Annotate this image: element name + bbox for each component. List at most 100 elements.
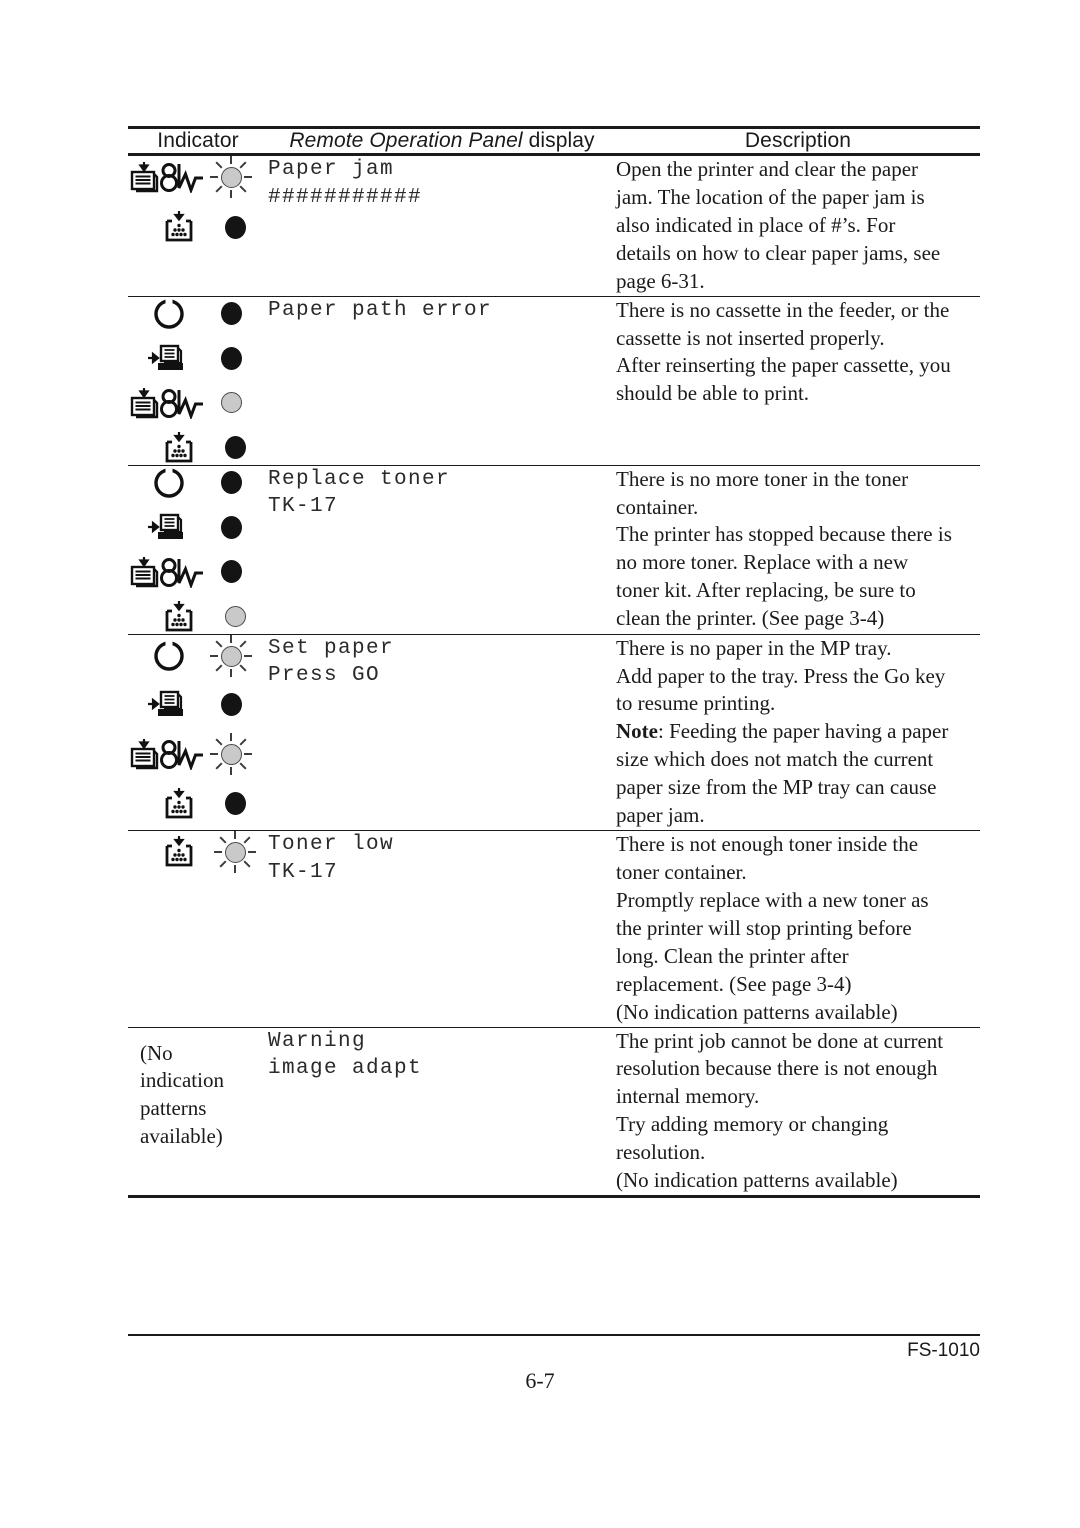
description-line: (No indication patterns available) (616, 999, 898, 1024)
panel-display-cell: Warning image adapt (268, 1027, 616, 1197)
lamp-ray (239, 738, 247, 746)
description-cell: There is no more toner in the toner conta… (616, 465, 980, 634)
note-text: : Feeding the paper having a paper (657, 719, 949, 744)
panel-display-line: TK-17 (268, 495, 339, 519)
lamp-bulb (221, 645, 242, 667)
indicator-text-line: patterns (140, 1096, 207, 1121)
lamp-on-icon (220, 471, 242, 495)
description-line: jam. The location of the paper jam is (616, 184, 925, 209)
description-line: the printer will stop printing before (616, 915, 912, 940)
indicator-row (130, 600, 256, 634)
indicator-row (130, 787, 256, 821)
description-cell: Open the printer and clear the paper jam.… (616, 155, 980, 297)
lamp-ray (215, 640, 223, 648)
indicator-row (130, 387, 256, 419)
lamp-blinking-icon (210, 156, 252, 198)
indicator-lamp (208, 634, 254, 677)
indicator-text-block: (No indication patterns available) (128, 1028, 268, 1170)
manual-page: Indicator Remote Operation Panel display… (0, 0, 1080, 1528)
indicator-row (130, 831, 256, 874)
lamp-bulb (221, 743, 242, 765)
indicator-lamp (208, 732, 254, 775)
lamp-bulb (225, 842, 246, 864)
lamp-ray (230, 634, 232, 643)
description-line: There is no cassette in the feeder, or t… (616, 297, 950, 322)
indicator-row (130, 431, 256, 465)
lamp-ray (230, 766, 232, 775)
indicator-lamp (208, 347, 254, 371)
table-row: Paper path error There is no cassette in … (128, 296, 980, 465)
indicator-row (130, 210, 256, 244)
lamp-ray (239, 161, 247, 169)
paper-icon (130, 387, 160, 419)
indicator-lamp (208, 516, 254, 540)
indicator-symbols (130, 600, 214, 634)
indicator-row (130, 689, 256, 721)
lamp-ray (239, 640, 247, 648)
header-display-plain: display (522, 129, 595, 152)
lamp-off-icon (224, 606, 246, 628)
description-line: details on how to clear paper jams, see (616, 240, 941, 265)
description-note-line: Note: Feeding the paper having a paper (616, 718, 980, 746)
description-line: page 6-31. (616, 268, 705, 293)
panel-display-cell: Toner low TK-17 (268, 831, 616, 1027)
lamp-bulb (221, 167, 242, 188)
lamp-on-icon (224, 436, 246, 460)
description-line: clean the printer. (See page 3-4) (616, 606, 885, 631)
description-line: replacement. (See page 3-4) (616, 971, 852, 996)
toner-icon (163, 431, 195, 465)
indicator-symbols (130, 210, 214, 244)
indicator-symbols (130, 466, 208, 500)
description-line: resolution because there is not enough (616, 1056, 938, 1081)
lamp-ray (239, 762, 247, 770)
description-line: The printer has stopped because there is (616, 522, 952, 547)
lamp-on-icon (220, 516, 242, 540)
description-line: cassette is not inserted properly. (616, 325, 885, 350)
indicator-cell (128, 831, 268, 1027)
lamp-ray (219, 860, 227, 868)
indicator-lamp-grid (128, 831, 268, 874)
lamp-blinking-icon (210, 634, 252, 677)
indicator-cell (128, 465, 268, 634)
panel-display-line: Press GO (268, 664, 381, 688)
toner-icon (163, 210, 195, 244)
table-row: Replace toner TK-17 There is no more toner… (128, 465, 980, 634)
attention-icon (160, 738, 206, 770)
indicator-cell (128, 155, 268, 297)
indicator-cell (128, 296, 268, 465)
panel-display-line: Set paper (268, 636, 395, 660)
lamp-ray (215, 185, 223, 193)
indicator-row (130, 297, 256, 331)
description-line: resolution. (616, 1140, 706, 1165)
indicator-lamp (214, 606, 256, 628)
indicator-lamp (214, 792, 256, 816)
paper-icon (130, 738, 160, 770)
description-line: After reinserting the paper cassette, yo… (616, 353, 951, 378)
description-line: no more toner. Replace with a new (616, 550, 909, 575)
lamp-blinking-icon (210, 732, 252, 775)
indicator-symbols (130, 738, 208, 770)
toner-icon (163, 600, 195, 634)
attention-icon (160, 161, 206, 193)
indicator-symbols (130, 639, 208, 673)
indicator-status-table: Indicator Remote Operation Panel display… (128, 126, 980, 1198)
lamp-ray (244, 176, 252, 178)
panel-display-line: Warning (268, 1029, 367, 1053)
indicator-row (130, 556, 256, 588)
indicator-lamp (214, 436, 256, 460)
indicator-row (130, 634, 256, 677)
lamp-blinking-icon (214, 831, 256, 874)
indicator-symbols (130, 689, 208, 721)
description-line: Open the printer and clear the paper (616, 157, 919, 181)
indicator-row (130, 512, 256, 544)
indicator-lamp (214, 831, 256, 874)
panel-display-cell: Replace toner TK-17 (268, 465, 616, 634)
indicator-symbols (130, 835, 214, 869)
attention-icon (160, 387, 206, 419)
panel-display-line: TK-17 (268, 860, 339, 884)
panel-display-cell: Paper path error (268, 296, 616, 465)
lamp-off-icon (220, 392, 242, 414)
description-line: container. (616, 494, 699, 519)
indicator-text-line: (No (140, 1040, 173, 1065)
lamp-on-icon (224, 792, 246, 816)
